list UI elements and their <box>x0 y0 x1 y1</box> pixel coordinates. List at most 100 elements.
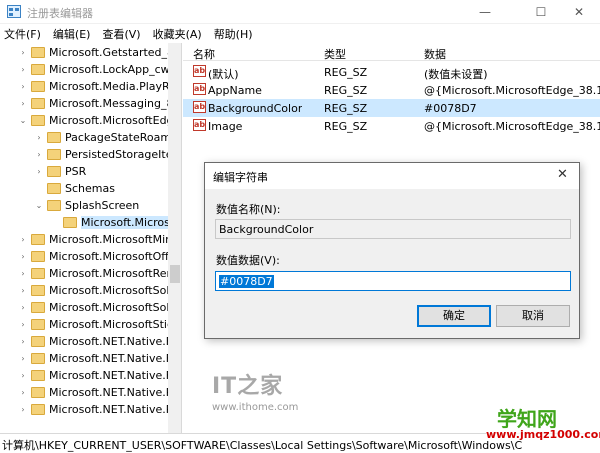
chevron-right-icon[interactable]: › <box>18 388 28 397</box>
menu-file[interactable]: 文件(F) <box>4 26 41 42</box>
chevron-right-icon[interactable]: › <box>18 48 28 57</box>
tree-node[interactable]: › PSR <box>34 163 86 180</box>
folder-icon <box>47 166 61 177</box>
menu-view[interactable]: 查看(V) <box>102 26 140 42</box>
tree-node-label: Microsoft.NET.Native.Fra <box>49 335 182 348</box>
folder-icon <box>31 81 45 92</box>
tree-scrollbar[interactable] <box>168 43 181 433</box>
close-button[interactable]: ✕ <box>556 0 600 24</box>
value-data: @{Microsoft.MicrosoftEdge_38.143 <box>424 120 600 133</box>
chevron-right-icon[interactable]: › <box>18 269 28 278</box>
chevron-right-icon[interactable]: › <box>18 303 28 312</box>
tree-node-label: Microsoft.MicrosoftOffic <box>49 250 178 263</box>
tree-node[interactable]: › Microsoft.MicrosoftRem <box>18 265 177 282</box>
tree-node[interactable]: Schemas <box>34 180 115 197</box>
chevron-right-icon[interactable]: › <box>18 320 28 329</box>
chevron-right-icon[interactable]: › <box>18 405 28 414</box>
tree-node[interactable]: › PersistedStorageItem <box>34 146 181 163</box>
folder-icon <box>31 98 45 109</box>
dialog-title-bar: 编辑字符串 ✕ <box>205 163 579 189</box>
tree-node[interactable]: › Microsoft.NET.Native.Fra <box>18 333 182 350</box>
value-name-label: 数值名称(N): <box>216 203 281 216</box>
value-row[interactable]: ab (默认) REG_SZ (数值未设置) <box>183 63 600 81</box>
ithome-url: www.ithome.com <box>212 402 299 413</box>
ok-button[interactable]: 确定 <box>417 305 491 327</box>
tree-node[interactable]: › Microsoft.NET.Native.Fra <box>18 367 181 384</box>
value-type: REG_SZ <box>324 120 368 133</box>
tree-node[interactable]: › Microsoft.NET.Native.Fra <box>18 350 181 367</box>
chevron-down-icon[interactable]: ⌄ <box>34 201 44 210</box>
value-row[interactable]: ab BackgroundColor REG_SZ #0078D7 <box>183 99 600 117</box>
column-data-header[interactable]: 数据 <box>424 46 446 62</box>
title-bar: 注册表编辑器 — ☐ ✕ <box>0 0 600 24</box>
cancel-button[interactable]: 取消 <box>496 305 570 327</box>
chevron-right-icon[interactable]: › <box>34 133 44 142</box>
chevron-right-icon[interactable]: › <box>18 235 28 244</box>
value-data-input[interactable]: #0078D7 <box>215 271 571 291</box>
tree-node[interactable]: › Microsoft.LockApp_cw5r <box>18 61 181 78</box>
chevron-down-icon[interactable]: ⌄ <box>18 116 28 125</box>
string-value-icon: ab <box>193 65 206 77</box>
tree-node[interactable]: ⌄ Microsoft.MicrosoftEdge <box>18 112 181 129</box>
value-data-text: #0078D7 <box>219 275 274 288</box>
dialog-close-icon[interactable]: ✕ <box>557 167 568 182</box>
tree-node[interactable]: › Microsoft.NET.Native.Ru <box>18 384 180 401</box>
chevron-right-icon[interactable]: › <box>18 286 28 295</box>
tree-node-label: Microsoft.NET.Native.Ru <box>49 403 180 416</box>
folder-icon <box>31 285 45 296</box>
tree-node[interactable]: › Microsoft.Messaging_8w <box>18 95 181 112</box>
url-watermark: www.jmqz1000.com <box>486 428 600 441</box>
folder-icon <box>47 132 61 143</box>
chevron-right-icon[interactable]: › <box>18 65 28 74</box>
tree-node[interactable]: › Microsoft.MicrosoftStick <box>18 316 179 333</box>
chevron-right-icon[interactable]: › <box>34 150 44 159</box>
tree-node[interactable]: › Microsoft.MicrosoftSolita <box>18 299 182 316</box>
tree-node-label: PSR <box>65 165 87 178</box>
folder-icon <box>31 353 45 364</box>
chevron-right-icon[interactable]: › <box>18 82 28 91</box>
tree-node-label: Microsoft.NET.Native.Ru <box>49 386 180 399</box>
list-header: 名称 类型 数据 <box>183 43 600 61</box>
folder-icon <box>63 217 77 228</box>
tree-node-label: Microsoft.Media.PlayRea <box>49 80 182 93</box>
registry-tree[interactable]: › Microsoft.Getstarted_8w › Microsoft.LockA… <box>0 43 182 433</box>
tree-node-label: Microsoft.Getstarted_8w <box>49 46 182 59</box>
value-type: REG_SZ <box>324 66 368 79</box>
chevron-right-icon[interactable]: › <box>18 337 28 346</box>
menu-edit[interactable]: 编辑(E) <box>53 26 91 42</box>
value-name: Image <box>208 120 243 133</box>
tree-node-label: PackageStateRoamin <box>65 131 182 144</box>
column-type-header[interactable]: 类型 <box>324 46 346 62</box>
chevron-right-icon[interactable]: › <box>18 371 28 380</box>
value-row[interactable]: ab Image REG_SZ @{Microsoft.MicrosoftEdge_3… <box>183 117 600 135</box>
value-row[interactable]: ab AppName REG_SZ @{Microsoft.MicrosoftEdge… <box>183 81 600 99</box>
tree-scroll-thumb[interactable] <box>170 265 180 283</box>
tree-node[interactable]: Microsoft.Microso <box>50 214 177 231</box>
tree-node[interactable]: › Microsoft.MicrosoftOffic <box>18 248 178 265</box>
tree-node[interactable]: › Microsoft.MicrosoftSolit <box>18 282 176 299</box>
value-data: (数值未设置) <box>424 68 488 81</box>
tree-node[interactable]: › Microsoft.MicrosoftMine <box>18 231 179 248</box>
tree-node[interactable]: › Microsoft.Getstarted_8w <box>18 44 182 61</box>
tree-node[interactable]: ⌄ SplashScreen <box>34 197 140 214</box>
tree-node[interactable]: › PackageStateRoamin <box>34 129 181 146</box>
close-icon: ✕ <box>573 5 585 19</box>
status-path: 计算机\HKEY_CURRENT_USER\SOFTWARE\Classes\L… <box>2 439 523 452</box>
chevron-right-icon[interactable]: › <box>18 252 28 261</box>
tree-node[interactable]: › Microsoft.Media.PlayRea <box>18 78 182 95</box>
tree-node[interactable]: › Microsoft.NET.Native.Ru <box>18 401 180 418</box>
value-data-label: 数值数据(V): <box>216 254 280 267</box>
chevron-right-icon[interactable]: › <box>18 354 28 363</box>
menu-help[interactable]: 帮助(H) <box>214 26 253 42</box>
tree-node-label: Microsoft.MicrosoftRem <box>49 267 178 280</box>
tree-node-label: Microsoft.MicrosoftSolita <box>49 301 182 314</box>
menu-favorites[interactable]: 收藏夹(A) <box>153 26 202 42</box>
column-name-header[interactable]: 名称 <box>193 46 215 62</box>
chevron-right-icon[interactable]: › <box>18 99 28 108</box>
string-value-icon: ab <box>193 119 206 131</box>
minimize-button[interactable]: — <box>462 0 508 24</box>
menu-bar: 文件(F) 编辑(E) 查看(V) 收藏夹(A) 帮助(H) <box>0 24 600 43</box>
folder-icon <box>31 319 45 330</box>
chevron-right-icon[interactable]: › <box>34 167 44 176</box>
value-name: BackgroundColor <box>208 102 303 115</box>
